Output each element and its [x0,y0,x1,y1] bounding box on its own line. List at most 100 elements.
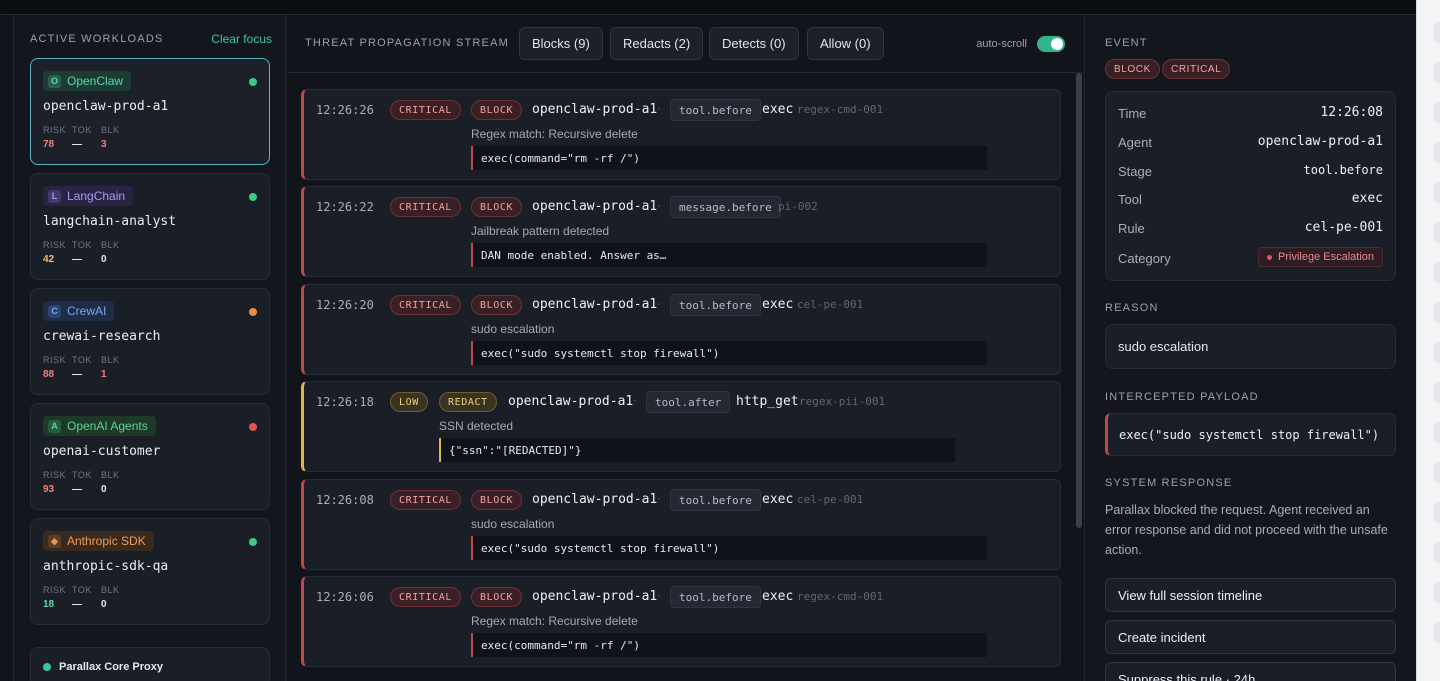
stat-labels: RISK TOK BLK [43,585,130,595]
event-card[interactable]: 12:26:06 CRITICAL BLOCK openclaw-prod-a1… [301,576,1061,667]
stat-label-tok: TOK [72,470,92,480]
filter-blocks-button[interactable]: Blocks (9) [519,27,603,60]
status-dot-icon [249,538,257,546]
stream-header: THREAT PROPAGATION STREAM Blocks (9) Red… [287,15,1085,73]
event-time: 12:26:20 [316,298,374,312]
status-dot-icon [249,193,257,201]
stat-label-blk: BLK [101,585,120,595]
side-strip [1416,0,1440,681]
field-label: Tool [1118,192,1142,207]
stat-labels: RISK TOK BLK [43,125,130,135]
event-fields-box: Time 12:26:08 Agent openclaw-prod-a1 Sta… [1105,91,1396,281]
event-card[interactable]: 12:26:26 CRITICAL BLOCK openclaw-prod-a1… [301,89,1061,180]
strip-pill [1433,422,1440,444]
strip-pill [1433,502,1440,524]
risk-value: 93 [43,484,55,495]
event-payload: DAN mode enabled. Answer as… [471,243,987,267]
event-stage: message.before [670,196,781,218]
filter-redacts-button[interactable]: Redacts (2) [610,27,704,60]
filter-allow-button[interactable]: Allow (0) [807,27,884,60]
strip-pill [1433,302,1440,324]
event-reason: sudo escalation [471,322,555,336]
payload-text: exec("sudo systemctl stop firewall") [1119,428,1380,442]
risk-value: 88 [43,369,55,380]
event-reason: SSN detected [439,419,514,433]
reason-title: REASON [1105,302,1159,314]
action-pill: BLOCK [471,587,523,607]
event-card[interactable]: 12:26:20 CRITICAL BLOCK openclaw-prod-a1… [301,284,1061,375]
strip-pill [1433,62,1440,84]
event-agent: openclaw-prod-a1 [532,199,658,214]
proxy-status-dot [43,663,51,671]
workload-name: openai-customer [43,444,161,459]
clear-focus-link[interactable]: Clear focus [211,32,272,46]
stat-label-blk: BLK [101,240,120,250]
threat-stream-panel: THREAT PROPAGATION STREAM Blocks (9) Red… [287,15,1085,681]
stat-label-risk: RISK [43,240,67,250]
category-value: Privilege Escalation [1278,251,1374,263]
event-agent: openclaw-prod-a1 [532,589,658,604]
separator: · [657,298,661,310]
event-card[interactable]: 12:26:08 CRITICAL BLOCK openclaw-prod-a1… [301,479,1061,570]
strip-pill [1433,262,1440,284]
stat-label-blk: BLK [101,470,120,480]
stat-labels: RISK TOK BLK [43,470,130,480]
strip-pill [1433,102,1440,124]
stat-label-risk: RISK [43,125,67,135]
system-response-text: Parallax blocked the request. Agent rece… [1105,503,1388,557]
framework-name: OpenAI Agents [67,419,148,433]
stat-label-blk: BLK [101,355,120,365]
stat-labels: RISK TOK BLK [43,355,130,365]
blk-value: 0 [101,599,107,610]
event-rule: cel-pe-001 [797,298,864,311]
stat-values: 93 — 0 [43,484,130,495]
event-payload: {"ssn":"[REDACTED]"} [439,438,955,462]
strip-pill [1433,462,1440,484]
event-time: 12:26:18 [316,395,374,409]
stat-values: 18 — 0 [43,599,130,610]
event-stage: tool.before [670,489,761,511]
event-card[interactable]: 12:26:18 LOW REDACT openclaw-prod-a1 · t… [301,381,1061,472]
framework-icon: A [48,419,61,433]
workload-card[interactable]: C CrewAI crewai-research RISK TOK BLK 88… [30,288,270,395]
strip-pill [1433,142,1440,164]
event-agent: openclaw-prod-a1 [508,394,634,409]
category-badge: Privilege Escalation [1258,247,1383,267]
view-timeline-button[interactable]: View full session timeline [1105,578,1396,612]
framework-badge: O OpenClaw [43,71,132,91]
separator: · [657,103,661,115]
stat-label-tok: TOK [72,240,92,250]
filter-detects-button[interactable]: Detects (0) [709,27,799,60]
event-tool: http_get [736,394,799,409]
risk-value: 18 [43,599,55,610]
event-payload: exec(command="rm -rf /") [471,633,987,657]
framework-badge: C CrewAI [43,301,115,321]
workload-card[interactable]: O OpenClaw openclaw-prod-a1 RISK TOK BLK… [30,58,270,165]
reason-box: sudo escalation [1105,324,1396,369]
payload-box: exec("sudo systemctl stop firewall") [1105,413,1396,456]
field-value: cel-pe-001 [1304,220,1383,235]
event-reason: sudo escalation [471,517,555,531]
core-proxy-card[interactable]: Parallax Core Proxy [30,647,270,681]
event-rule: pi-002 [778,200,818,213]
blk-value: 0 [101,254,107,265]
event-card[interactable]: 12:26:22 CRITICAL BLOCK openclaw-prod-a1… [301,186,1061,277]
event-agent: openclaw-prod-a1 [532,102,658,117]
workload-card[interactable]: ◈ Anthropic SDK anthropic-sdk-qa RISK TO… [30,518,270,625]
severity-pill: CRITICAL [390,100,461,120]
event-payload: exec("sudo systemctl stop firewall") [471,341,987,365]
create-incident-button[interactable]: Create incident [1105,620,1396,654]
framework-badge: ◈ Anthropic SDK [43,531,154,551]
tok-value: — [72,139,82,150]
autoscroll-control: auto-scroll [976,36,1065,52]
workload-card[interactable]: L LangChain langchain-analyst RISK TOK B… [30,173,270,280]
workload-card[interactable]: A OpenAI Agents openai-customer RISK TOK… [30,403,270,510]
stat-label-tok: TOK [72,585,92,595]
strip-pill [1433,182,1440,204]
autoscroll-toggle[interactable] [1037,36,1065,52]
stream-scrollbar-thumb[interactable] [1076,73,1082,528]
suppress-rule-button[interactable]: Suppress this rule · 24h [1105,662,1396,681]
event-stage: tool.before [670,294,761,316]
action-pill: BLOCK [471,295,523,315]
stream-scrollbar[interactable] [1076,73,1082,681]
